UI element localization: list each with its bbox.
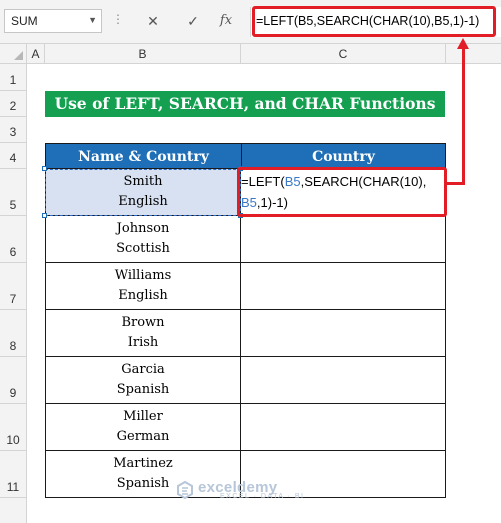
row-header-9[interactable]: 9 xyxy=(0,357,27,404)
arrow-line xyxy=(447,182,465,185)
arrow-line xyxy=(462,47,465,184)
row-header-2[interactable]: 2 xyxy=(0,91,27,117)
exceldemy-logo-icon xyxy=(177,481,193,499)
row-header-12[interactable] xyxy=(0,498,27,523)
column-header-c[interactable]: C xyxy=(241,44,446,64)
header-name-country[interactable]: Name & Country xyxy=(45,143,242,169)
cell-name: Garcia xyxy=(121,362,165,377)
row-header-10[interactable]: 10 xyxy=(0,404,27,451)
row-header-4[interactable]: 4 xyxy=(0,143,27,169)
cell-country: German xyxy=(116,429,170,444)
select-all-button[interactable] xyxy=(0,44,27,64)
cell-name: Martinez xyxy=(113,456,173,471)
resize-handle[interactable] xyxy=(42,213,47,218)
cell-c6[interactable] xyxy=(241,216,446,263)
cell-country: Irish xyxy=(127,335,159,350)
name-box[interactable]: SUM ▼ xyxy=(4,9,102,33)
row-header-1[interactable]: 1 xyxy=(0,64,27,91)
watermark: exceldemy EXCEL · DATA · BI xyxy=(198,479,305,500)
close-icon[interactable]: ✕ xyxy=(142,10,164,32)
cell-country: Spanish xyxy=(116,382,170,397)
cell-c8[interactable] xyxy=(241,310,446,357)
resize-handle[interactable] xyxy=(42,166,47,171)
arrow-up-icon xyxy=(457,38,469,49)
watermark-tagline: EXCEL · DATA · BI xyxy=(220,493,305,500)
check-icon[interactable]: ✓ xyxy=(182,10,204,32)
row-header-8[interactable]: 8 xyxy=(0,310,27,357)
cell-c7[interactable] xyxy=(241,263,446,310)
column-header-b[interactable]: B xyxy=(45,44,241,64)
formula-bar: SUM ▼ ⋮ ✕ ✓ fx =LEFT(B5,SEARCH(CHAR(10),… xyxy=(0,0,501,44)
row-header-6[interactable]: 6 xyxy=(0,216,27,263)
sheet-title[interactable]: Use of LEFT, SEARCH, and CHAR Functions xyxy=(45,91,445,117)
cell-b6[interactable]: Johnson Scottish xyxy=(45,216,241,263)
chevron-down-icon[interactable]: ▼ xyxy=(88,15,97,25)
cell-name: Miller xyxy=(123,409,163,424)
cell-name: Brown xyxy=(121,315,165,330)
cell-c10[interactable] xyxy=(241,404,446,451)
column-header-d[interactable] xyxy=(446,44,501,64)
b5-reference-outline xyxy=(45,169,241,216)
cell-country: Scottish xyxy=(116,241,170,256)
cell-b7[interactable]: Williams English xyxy=(45,263,241,310)
cell-highlight-box xyxy=(237,167,447,217)
fx-icon[interactable]: fx xyxy=(215,10,237,32)
name-box-value: SUM xyxy=(11,14,38,28)
row-header-7[interactable]: 7 xyxy=(0,263,27,310)
row-header-5[interactable]: 5 xyxy=(0,169,27,216)
cell-b9[interactable]: Garcia Spanish xyxy=(45,357,241,404)
column-header-a[interactable]: A xyxy=(27,44,45,64)
cell-c9[interactable] xyxy=(241,357,446,404)
row-header-11[interactable]: 11 xyxy=(0,451,27,498)
row-header-3[interactable]: 3 xyxy=(0,117,27,143)
cell-b10[interactable]: Miller German xyxy=(45,404,241,451)
more-icon[interactable]: ⋮ xyxy=(112,12,124,26)
formula-highlight-box xyxy=(252,6,496,37)
cell-b8[interactable]: Brown Irish xyxy=(45,310,241,357)
cell-name: Johnson xyxy=(116,221,170,236)
cell-name: Williams xyxy=(114,268,172,283)
cell-country: English xyxy=(118,288,168,303)
header-country[interactable]: Country xyxy=(241,143,446,169)
